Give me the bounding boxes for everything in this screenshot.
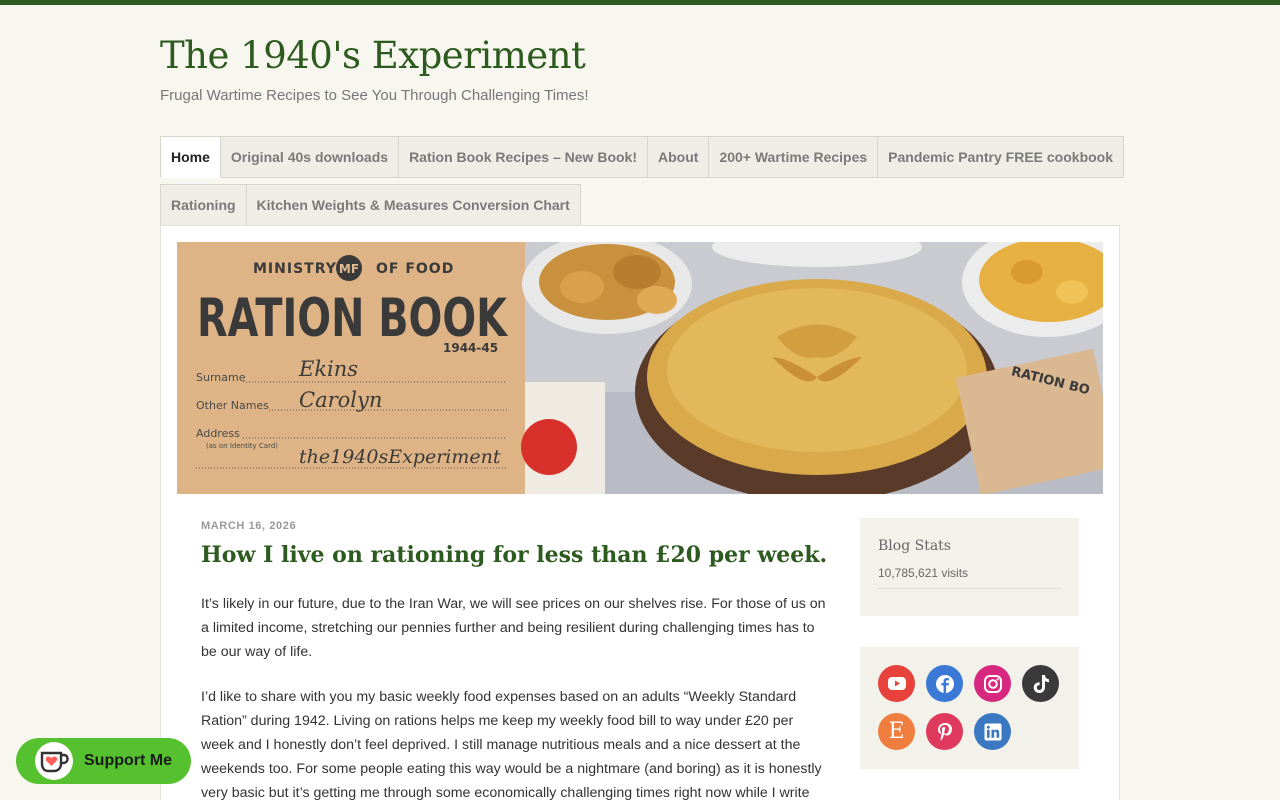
address-label: Address [196,427,240,440]
address-sublabel: (as on Identity Card) [206,442,278,450]
support-me-label: Support Me [84,752,172,769]
nav-item-conversion-chart[interactable]: Kitchen Weights & Measures Conversion Ch… [246,184,581,226]
other-names-label: Other Names [196,399,269,412]
etsy-glyph: E [888,718,905,744]
surname-label: Surname [196,371,246,384]
surname-value: Ekins [298,357,358,381]
site-tagline: Frugal Wartime Recipes to See You Throug… [160,87,589,104]
linkedin-icon[interactable] [974,713,1011,750]
facebook-icon[interactable] [926,665,963,702]
post-title[interactable]: How I live on rationing for less than £2… [201,542,827,568]
instagram-icon[interactable] [974,665,1011,702]
header-image[interactable]: MINISTRY MF OF FOOD RATION BOOK 1944-45 … [177,242,1103,494]
nav-row-primary: Home Original 40s downloads Ration Book … [160,136,1125,178]
blog-stats-title: Blog Stats [878,538,951,554]
ministry-text: MINISTRY [253,261,337,277]
address-value: the1940sExperiment [299,446,501,468]
pinterest-icon[interactable] [926,713,963,750]
other-names-value: Carolyn [299,388,382,412]
youtube-icon[interactable] [878,665,915,702]
social-links-widget: E [860,647,1079,769]
nav-row-secondary: Rationing Kitchen Weights & Measures Con… [160,184,581,226]
nav-item-rationing[interactable]: Rationing [160,184,247,226]
nav-item-wartime-recipes[interactable]: 200+ Wartime Recipes [709,136,879,178]
nav-item-original-downloads[interactable]: Original 40s downloads [220,136,400,178]
etsy-icon[interactable]: E [878,713,915,750]
nav-item-home[interactable]: Home [160,136,221,178]
mof-logo-text: MF [339,262,359,276]
nav-item-about[interactable]: About [648,136,710,178]
of-food-text: OF FOOD [376,261,454,277]
post-paragraph: I’d like to share with you my basic week… [201,689,822,800]
post-date[interactable]: MARCH 16, 2026 [201,520,296,532]
ration-book-year: 1944-45 [443,341,498,355]
site-title[interactable]: The 1940's Experiment [160,34,586,77]
tiktok-icon[interactable] [1022,665,1059,702]
blog-stats-widget: Blog Stats 10,785,621 visits [860,518,1079,616]
top-accent-bar [0,0,1280,5]
support-me-button[interactable]: Support Me [16,738,191,784]
nav-item-ration-book-recipes[interactable]: Ration Book Recipes – New Book! [399,136,648,178]
kofi-cup-icon [35,742,73,780]
ration-book-title: RATION BOOK [197,288,508,349]
nav-item-pandemic-pantry[interactable]: Pandemic Pantry FREE cookbook [878,136,1125,178]
post-body: It’s likely in our future, due to the Ir… [201,592,826,800]
post-paragraph: It’s likely in our future, due to the Ir… [201,596,826,660]
blog-stats-visits: 10,785,621 visits [878,566,1061,589]
